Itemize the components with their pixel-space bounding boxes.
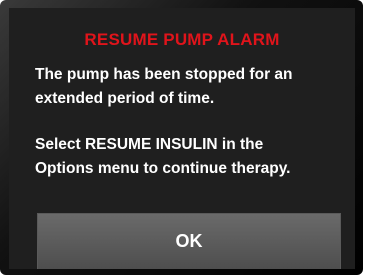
message-line: Select RESUME INSULIN in the xyxy=(35,136,264,153)
alarm-message-status: The pump has been stopped for an extende… xyxy=(35,63,345,111)
message-line: Options menu to continue therapy. xyxy=(35,160,291,177)
alarm-screen: RESUME PUMP ALARM The pump has been stop… xyxy=(9,8,355,269)
ok-button-label: OK xyxy=(175,231,203,251)
ok-button[interactable]: OK xyxy=(37,213,341,269)
alarm-title: RESUME PUMP ALARM xyxy=(84,30,280,49)
message-line: extended period of time. xyxy=(35,90,215,107)
device-frame: RESUME PUMP ALARM The pump has been stop… xyxy=(0,0,363,275)
message-line: The pump has been stopped for an xyxy=(35,66,293,83)
alarm-message-instruction: Select RESUME INSULIN in the Options men… xyxy=(35,133,345,181)
